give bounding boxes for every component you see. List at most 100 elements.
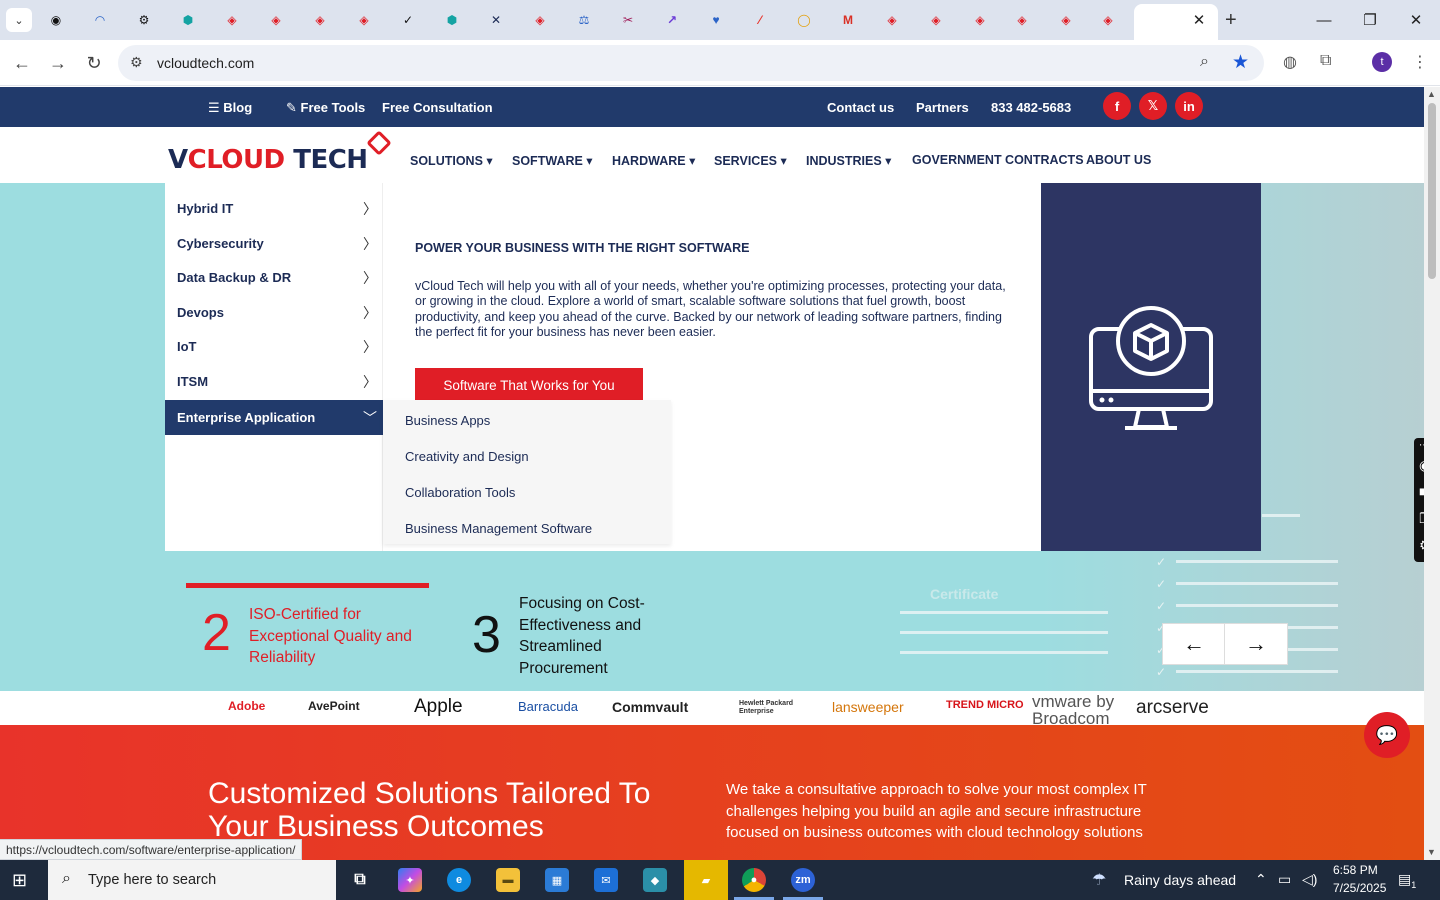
zoom-icon[interactable]: ⌕	[1200, 53, 1209, 71]
taskbar-search[interactable]: ⌕ Type here to search	[48, 860, 336, 900]
phone-link[interactable]: 833 482-5683	[991, 100, 1071, 115]
submenu-business-apps[interactable]: Business Apps	[405, 413, 490, 428]
carousel-prev-button[interactable]: ←	[1162, 623, 1226, 665]
facebook-icon[interactable]: f	[1103, 92, 1131, 120]
scroll-thumb[interactable]	[1428, 103, 1436, 279]
windows-start-icon[interactable]: ⊞	[12, 870, 27, 891]
scroll-up-icon[interactable]: ▲	[1427, 89, 1436, 99]
software-that-works-button[interactable]: Software That Works for You	[415, 368, 643, 402]
tab-search-chevron-down-icon[interactable]: ⌄	[6, 8, 32, 32]
blog-link[interactable]: ☰ Blog	[208, 100, 252, 116]
tab-favicon-icon[interactable]: ♥	[706, 10, 726, 30]
tab-favicon-icon[interactable]: ✂	[618, 10, 638, 30]
network-icon[interactable]: ▭	[1278, 871, 1291, 888]
category-iot[interactable]: IoT 〉	[165, 329, 383, 364]
address-url[interactable]: vcloudtech.com	[157, 55, 254, 71]
category-hybrid-it[interactable]: Hybrid IT 〉	[165, 191, 383, 226]
app-icon[interactable]: ◆	[643, 868, 667, 892]
clock-date[interactable]: 7/25/2025	[1333, 881, 1386, 895]
x-twitter-icon[interactable]: 𝕏	[1139, 92, 1167, 120]
tab-favicon-icon[interactable]: ◈	[266, 10, 286, 30]
nav-government-contracts[interactable]: GOVERNMENT CONTRACTS	[912, 153, 1084, 167]
tab-favicon-icon[interactable]: ✕	[486, 10, 506, 30]
nav-services[interactable]: SERVICES ▾	[714, 153, 787, 168]
profile-avatar[interactable]: t	[1372, 52, 1392, 72]
tab-favicon-icon[interactable]: ◈	[882, 10, 902, 30]
show-hidden-icons-icon[interactable]: ⌃	[1255, 871, 1267, 888]
vcloud-tech-logo[interactable]: VCLOUD TECH	[168, 145, 368, 175]
clock-time[interactable]: 6:58 PM	[1333, 863, 1378, 877]
tab-favicon-icon[interactable]: ◈	[310, 10, 330, 30]
linkedin-icon[interactable]: in	[1175, 92, 1203, 120]
category-itsm[interactable]: ITSM 〉	[165, 364, 383, 399]
tab-favicon-icon[interactable]: ◠	[90, 10, 110, 30]
stat-accent-bar	[186, 583, 429, 588]
category-enterprise-application[interactable]: Enterprise Application ﹀	[165, 400, 383, 435]
back-icon[interactable]: ←	[9, 50, 35, 76]
submenu-creativity-design[interactable]: Creativity and Design	[405, 449, 529, 464]
sticky-notes-icon[interactable]: ▰	[684, 860, 728, 900]
weather-text[interactable]: Rainy days ahead	[1124, 872, 1236, 888]
volume-icon[interactable]: ◁)	[1302, 871, 1317, 888]
weather-icon[interactable]: ☂	[1092, 870, 1106, 890]
tab-favicon-icon[interactable]: ◈	[1056, 10, 1076, 30]
minimize-button[interactable]: —	[1312, 8, 1336, 32]
tab-favicon-icon[interactable]: ◈	[926, 10, 946, 30]
gmail-icon[interactable]: M	[838, 10, 858, 30]
page-scrollbar[interactable]: ▲ ▼	[1424, 87, 1440, 860]
tab-favicon-icon[interactable]: ↗	[662, 10, 682, 30]
mail-icon[interactable]: ✉	[594, 868, 618, 892]
nav-industries[interactable]: INDUSTRIES ▾	[806, 153, 891, 168]
tab-favicon-icon[interactable]: ⚙	[134, 10, 154, 30]
carousel-next-button[interactable]: →	[1224, 623, 1288, 665]
edge-icon[interactable]: e	[447, 868, 471, 892]
category-data-backup[interactable]: Data Backup & DR 〉	[165, 260, 383, 295]
tab-favicon-icon[interactable]: ⚖	[574, 10, 594, 30]
partners-link[interactable]: Partners	[916, 100, 969, 115]
nav-about-us[interactable]: ABOUT US	[1086, 153, 1151, 167]
tab-favicon-icon[interactable]: ◯	[794, 10, 814, 30]
address-bar[interactable]: ⚙ vcloudtech.com ⌕ ★	[118, 45, 1264, 81]
bookmark-star-icon[interactable]: ★	[1232, 51, 1249, 74]
tab-favicon-icon[interactable]: ◉	[46, 10, 66, 30]
chrome-icon[interactable]: ●	[742, 868, 766, 892]
tab-favicon-icon[interactable]: ⬢	[178, 10, 198, 30]
file-explorer-icon[interactable]: ▬	[496, 868, 520, 892]
store-icon[interactable]: ▦	[545, 868, 569, 892]
free-consultation-link[interactable]: Free Consultation	[382, 100, 493, 115]
tab-favicon-icon[interactable]: ✓	[398, 10, 418, 30]
contact-link[interactable]: Contact us	[827, 100, 894, 115]
free-tools-link[interactable]: ✎ Free Tools	[286, 100, 365, 116]
copilot-icon[interactable]: ✦	[398, 868, 422, 892]
submenu-business-management[interactable]: Business Management Software	[405, 521, 592, 536]
category-devops[interactable]: Devops 〉	[165, 295, 383, 330]
extensions-icon[interactable]: ⧉	[1320, 52, 1331, 70]
tab-favicon-icon[interactable]: ◈	[354, 10, 374, 30]
translate-icon[interactable]: ◍	[1283, 52, 1297, 72]
chat-icon[interactable]: 💬	[1364, 712, 1410, 758]
tab-favicon-icon[interactable]: ⬢	[442, 10, 462, 30]
nav-solutions[interactable]: SOLUTIONS ▾	[410, 153, 493, 168]
new-tab-button[interactable]: +	[1225, 9, 1237, 32]
zoom-app-icon[interactable]: zm	[791, 868, 815, 892]
tab-favicon-icon[interactable]: ◈	[970, 10, 990, 30]
nav-software[interactable]: SOFTWARE ▾	[512, 153, 593, 168]
notifications-icon[interactable]: ▤1	[1398, 871, 1416, 890]
category-cybersecurity[interactable]: Cybersecurity 〉	[165, 226, 383, 261]
restore-button[interactable]: ❐	[1358, 8, 1382, 32]
nav-hardware[interactable]: HARDWARE ▾	[612, 153, 695, 168]
scroll-down-icon[interactable]: ▼	[1427, 847, 1436, 857]
more-menu-icon[interactable]: ⋮	[1412, 52, 1428, 72]
tab-favicon-icon[interactable]: ⁄	[750, 10, 770, 30]
close-window-button[interactable]: ✕	[1404, 8, 1428, 32]
tab-favicon-icon[interactable]: ◈	[1098, 10, 1118, 30]
forward-icon[interactable]: →	[45, 50, 71, 76]
submenu-collaboration-tools[interactable]: Collaboration Tools	[405, 485, 515, 500]
task-view-icon[interactable]: ⧉	[348, 868, 372, 892]
tab-favicon-icon[interactable]: ◈	[222, 10, 242, 30]
tab-close-icon[interactable]: ✕	[1189, 10, 1209, 30]
reload-icon[interactable]: ↻	[81, 50, 107, 76]
tab-favicon-icon[interactable]: ◈	[530, 10, 550, 30]
tab-favicon-icon[interactable]: ◈	[1012, 10, 1032, 30]
site-settings-icon[interactable]: ⚙	[130, 54, 143, 71]
